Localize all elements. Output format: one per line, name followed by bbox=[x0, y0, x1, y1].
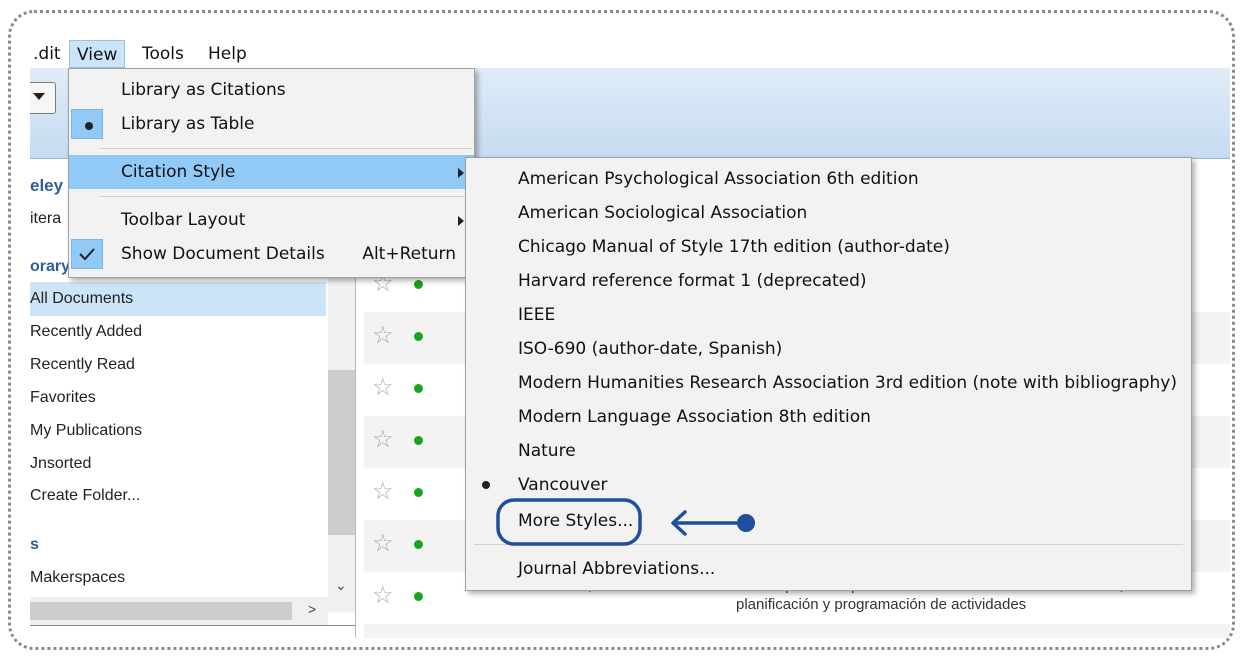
view-menu: Library as Citations Library as Table Ci… bbox=[68, 68, 475, 278]
sidebar-item-create-folder[interactable]: Create Folder... bbox=[30, 487, 140, 505]
scroll-right-arrow-icon[interactable]: > bbox=[308, 601, 316, 617]
sidebar-literature-search[interactable]: itera bbox=[30, 210, 61, 228]
sidebar-item-all-documents[interactable]: All Documents bbox=[30, 290, 133, 308]
menu-separator bbox=[99, 148, 472, 149]
style-item-ieee[interactable]: IEEE bbox=[466, 298, 1191, 332]
menu-item-library-as-citations[interactable]: Library as Citations bbox=[69, 73, 474, 107]
checkmark-icon bbox=[79, 248, 95, 261]
sidebar-horizontal-scroll-thumb[interactable] bbox=[30, 602, 292, 620]
annotation-arrow-dot bbox=[737, 514, 755, 532]
menu-item-label: Library as Citations bbox=[121, 80, 286, 100]
sidebar-item-my-publications[interactable]: My Publications bbox=[30, 422, 142, 440]
star-icon[interactable]: ☆ bbox=[372, 532, 394, 556]
read-status-dot bbox=[414, 384, 423, 393]
menu-help[interactable]: Help bbox=[201, 40, 254, 68]
menu-item-label: Journal Abbreviations... bbox=[518, 559, 716, 579]
menu-bar: .dit View Tools Help bbox=[30, 38, 1230, 70]
radio-check-box bbox=[71, 109, 103, 139]
menu-item-label: American Sociological Association bbox=[518, 203, 808, 223]
style-item-mla[interactable]: Modern Language Association 8th edition bbox=[466, 400, 1191, 434]
style-item-journal-abbreviations[interactable]: Journal Abbreviations... bbox=[466, 552, 1191, 586]
style-item-harvard[interactable]: Harvard reference format 1 (deprecated) bbox=[466, 264, 1191, 298]
style-item-mhra[interactable]: Modern Humanities Research Association 3… bbox=[466, 366, 1191, 400]
menu-separator bbox=[99, 196, 472, 197]
style-item-nature[interactable]: Nature bbox=[466, 434, 1191, 468]
sidebar-group-makerspaces[interactable]: Makerspaces bbox=[30, 569, 125, 587]
sidebar-item-recently-added[interactable]: Recently Added bbox=[30, 323, 142, 341]
toolbar-dropdown[interactable] bbox=[30, 82, 56, 114]
read-status-dot bbox=[414, 540, 423, 549]
menu-item-label: Harvard reference format 1 (deprecated) bbox=[518, 271, 867, 291]
menu-item-label: Modern Humanities Research Association 3… bbox=[518, 373, 1177, 393]
menu-item-label: Toolbar Layout bbox=[121, 210, 246, 230]
sidebar-vertical-scroll-thumb[interactable] bbox=[328, 370, 355, 535]
menu-item-label: Nature bbox=[518, 441, 576, 461]
menu-item-label: Modern Language Association 8th edition bbox=[518, 407, 871, 427]
read-status-dot bbox=[414, 592, 423, 601]
sidebar-item-favorites[interactable]: Favorites bbox=[30, 389, 96, 407]
scroll-down-arrow-icon[interactable]: ⌄ bbox=[335, 577, 347, 594]
submenu-arrow-icon bbox=[458, 168, 464, 178]
menu-edit[interactable]: .dit bbox=[30, 40, 68, 68]
star-icon[interactable]: ☆ bbox=[372, 584, 394, 608]
sidebar-item-unsorted[interactable]: Jnsorted bbox=[30, 455, 91, 473]
read-status-dot bbox=[414, 436, 423, 445]
read-status-dot bbox=[414, 280, 423, 289]
annotation-circle bbox=[496, 498, 642, 546]
submenu-arrow-icon bbox=[458, 216, 464, 226]
row-title-line2: planificación y programación de activida… bbox=[736, 596, 1027, 613]
bullet-icon bbox=[85, 122, 93, 130]
menu-item-label: Citation Style bbox=[121, 162, 236, 182]
menu-item-label: Chicago Manual of Style 17th edition (au… bbox=[518, 237, 950, 257]
menu-item-library-as-table[interactable]: Library as Table bbox=[69, 107, 474, 141]
read-status-dot bbox=[414, 488, 423, 497]
style-item-iso-690[interactable]: ISO-690 (author-date, Spanish) bbox=[466, 332, 1191, 366]
sidebar-library-header: orary bbox=[30, 258, 71, 275]
menu-item-shortcut: Alt+Return bbox=[362, 244, 456, 264]
selected-bullet-icon bbox=[482, 481, 490, 489]
style-item-chicago[interactable]: Chicago Manual of Style 17th edition (au… bbox=[466, 230, 1191, 264]
menu-item-label: Show Document Details bbox=[121, 244, 325, 264]
menu-item-label: IEEE bbox=[518, 305, 556, 325]
menu-tools[interactable]: Tools bbox=[135, 40, 191, 68]
menu-item-label: ISO-690 (author-date, Spanish) bbox=[518, 339, 783, 359]
menu-item-toolbar-layout[interactable]: Toolbar Layout bbox=[69, 203, 474, 237]
style-item-apa[interactable]: American Psychological Association 6th e… bbox=[466, 162, 1191, 196]
menu-view[interactable]: View bbox=[69, 40, 126, 68]
star-icon[interactable]: ☆ bbox=[372, 324, 394, 348]
read-status-dot bbox=[414, 332, 423, 341]
menu-item-show-document-details[interactable]: Show Document Details Alt+Return bbox=[69, 237, 474, 271]
star-icon[interactable]: ☆ bbox=[372, 428, 394, 452]
star-icon[interactable]: ☆ bbox=[372, 376, 394, 400]
annotation-callout bbox=[496, 498, 755, 546]
sidebar-item-recently-read[interactable]: Recently Read bbox=[30, 356, 135, 374]
sidebar-app-title: eley bbox=[30, 176, 64, 195]
star-icon[interactable]: ☆ bbox=[372, 480, 394, 504]
menu-item-citation-style[interactable]: Citation Style bbox=[69, 155, 474, 189]
menu-item-label: American Psychological Association 6th e… bbox=[518, 169, 919, 189]
sidebar-groups-header: s bbox=[30, 536, 39, 553]
table-row[interactable] bbox=[364, 624, 1230, 638]
style-item-asa[interactable]: American Sociological Association bbox=[466, 196, 1191, 230]
sidebar-bottom-border bbox=[30, 625, 355, 626]
chevron-down-icon bbox=[33, 93, 45, 100]
menu-item-label: Library as Table bbox=[121, 114, 255, 134]
checkmark-box bbox=[71, 239, 103, 269]
